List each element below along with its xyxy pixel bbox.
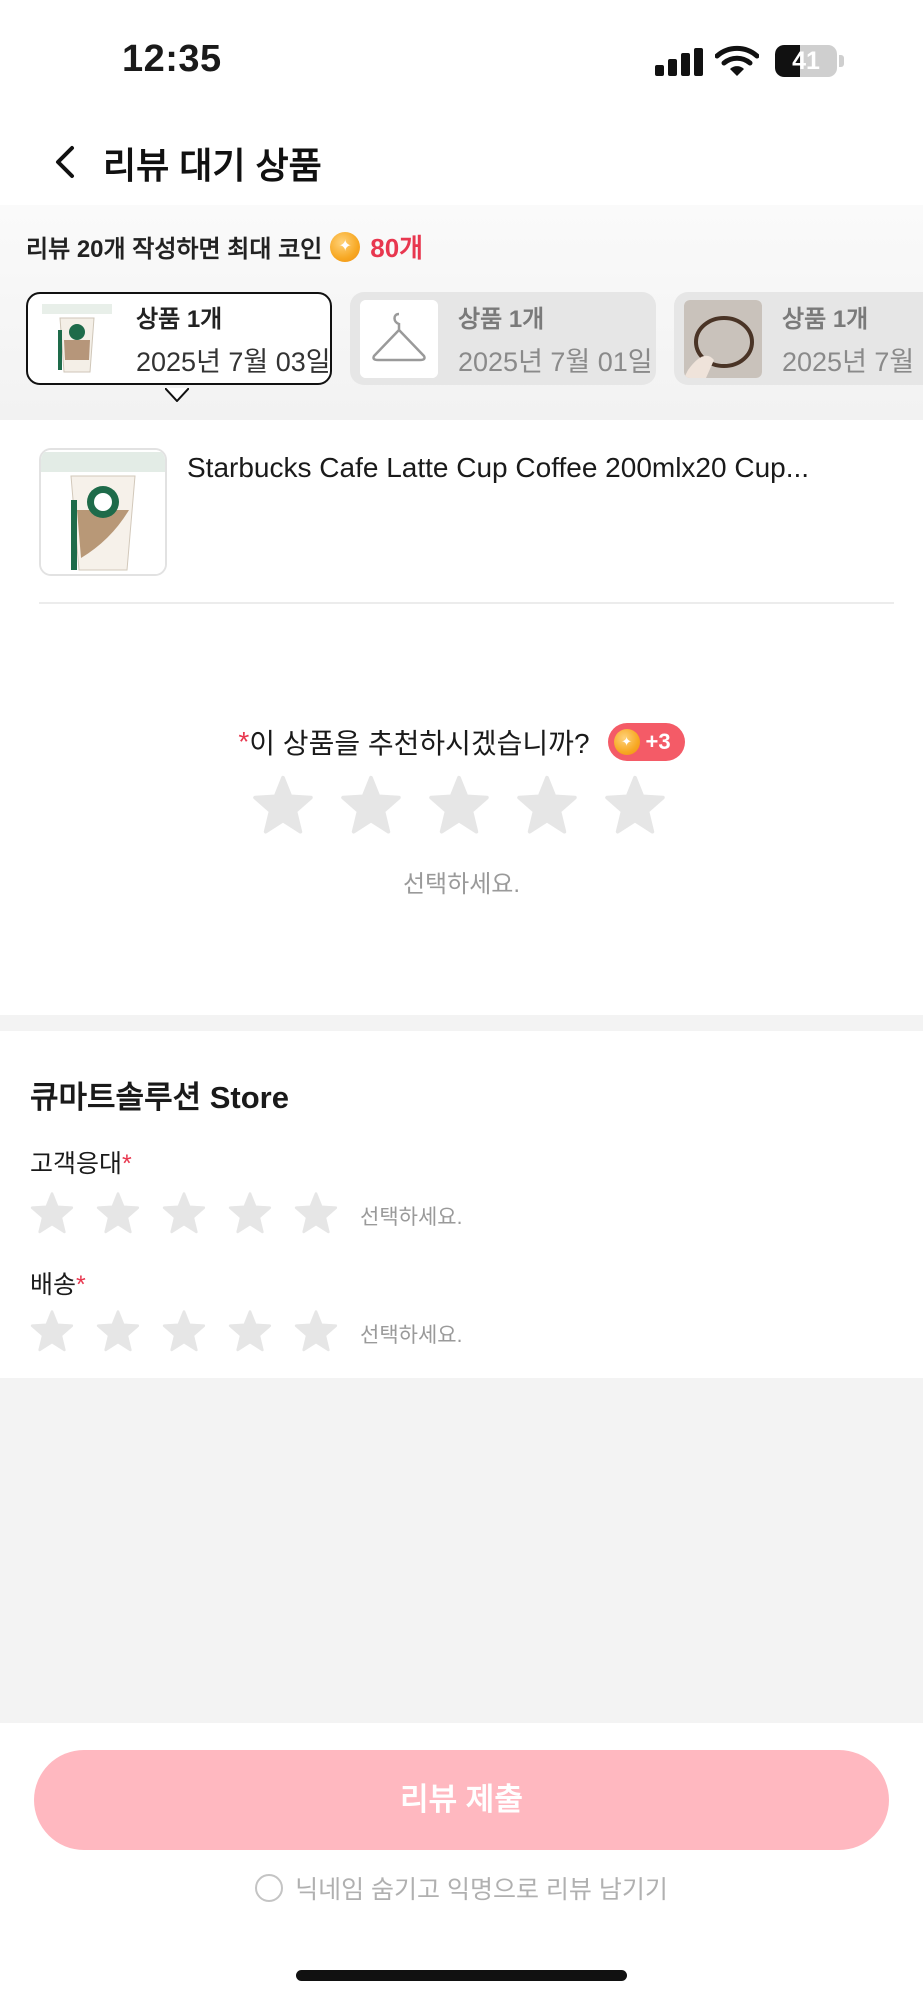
tab-date: 2025년 7월 [782,346,915,377]
required-mark: * [122,1150,132,1178]
anonymous-radio[interactable] [255,1874,284,1902]
cup-coffee-thumbnail-icon [38,299,116,378]
recommend-question-text: 이 상품을 추천하시겠습니까? [249,728,590,759]
star-icon[interactable] [294,1309,338,1353]
star-icon[interactable] [162,1191,206,1235]
customer-service-text: 고객응대 [30,1150,123,1178]
delivery-hint: 선택하세요. [360,1324,463,1347]
coin-icon [330,231,361,262]
reward-text: 리뷰 20개 작성하면 최대 코인 [26,236,323,263]
tab-date: 2025년 7월 01일 [458,346,653,377]
anonymous-option[interactable]: 닉네임 숨기고 익명으로 리뷰 남기기 [0,1870,923,1906]
battery-icon: 41 [775,45,837,77]
delivery-star-rating [30,1309,338,1353]
recommend-question: * 이 상품을 추천하시겠습니까? +3 [0,722,923,762]
star-icon[interactable] [96,1309,140,1353]
section-divider [0,1015,923,1031]
star-icon[interactable] [340,774,402,836]
star-icon[interactable] [252,774,314,836]
star-icon[interactable] [228,1191,272,1235]
page-title: 리뷰 대기 상품 [103,145,322,186]
empty-area [0,1378,923,1723]
submit-review-button[interactable]: 리뷰 제출 [34,1750,889,1850]
star-icon[interactable] [96,1191,140,1235]
star-icon[interactable] [30,1191,74,1235]
headband-thumbnail-icon [684,299,762,378]
star-icon[interactable] [30,1309,74,1353]
tab-product-2[interactable]: 상품 1개 2025년 7월 [674,292,923,385]
star-icon[interactable] [228,1309,272,1353]
battery-level: 41 [792,47,820,75]
divider [39,602,894,604]
star-icon[interactable] [428,774,490,836]
status-bar: 12:35 41 [0,0,923,110]
bonus-text: +3 [645,729,671,754]
star-icon[interactable] [604,774,666,836]
tab-label: 상품 1개 [782,305,869,333]
coin-icon [613,729,640,755]
customer-service-hint: 선택하세요. [360,1206,463,1229]
reward-amount: 80개 [370,233,424,263]
product-star-rating [252,774,666,836]
signal-icon [655,48,703,76]
store-title: 큐마트솔루션 Store [30,1080,289,1115]
delivery-text: 배송 [30,1271,77,1299]
customer-service-star-rating [30,1191,338,1235]
tab-label: 상품 1개 [458,305,545,333]
anonymous-label: 닉네임 숨기고 익명으로 리뷰 남기기 [295,1876,668,1904]
star-icon[interactable] [516,774,578,836]
home-indicator [296,1970,627,1981]
tab-product-0[interactable]: 상품 1개 2025년 7월 03일 [26,292,332,385]
product-thumbnail [39,448,167,576]
tab-date: 2025년 7월 03일 [136,346,331,377]
hanger-thumbnail-icon [360,299,438,378]
product-name: Starbucks Cafe Latte Cup Coffee 200mlx20… [187,452,810,483]
star-icon[interactable] [294,1191,338,1235]
product-date-tabs: 상품 1개 2025년 7월 03일 상품 1개 2025년 7월 01일 상품… [26,292,923,402]
status-time: 12:35 [122,38,222,80]
coin-bonus-badge: +3 [607,723,685,761]
required-mark: * [76,1271,86,1299]
chevron-left-icon[interactable] [46,140,86,184]
required-mark: * [238,726,250,757]
rating-hint: 선택하세요. [402,871,521,898]
active-tab-pointer [165,388,189,402]
tab-label: 상품 1개 [136,305,223,333]
wifi-icon [715,45,759,76]
star-icon[interactable] [162,1309,206,1353]
customer-service-label: 고객응대* [30,1144,132,1180]
delivery-label: 배송* [30,1265,86,1301]
battery-tip [839,55,844,67]
tab-product-1[interactable]: 상품 1개 2025년 7월 01일 [350,292,656,385]
reward-banner: 리뷰 20개 작성하면 최대 코인 80개 [26,228,423,265]
